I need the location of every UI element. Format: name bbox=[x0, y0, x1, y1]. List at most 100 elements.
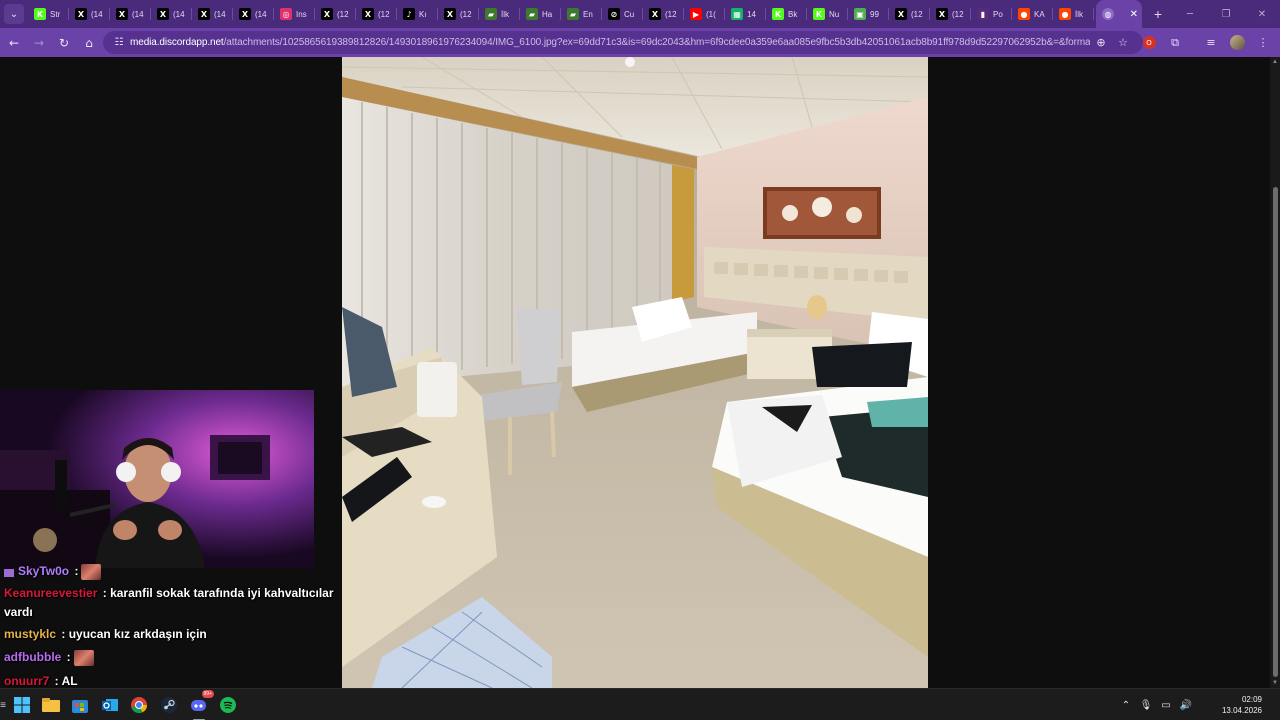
restore-icon[interactable]: ❐ bbox=[1208, 9, 1244, 20]
browser-tab[interactable]: X (14 bbox=[151, 0, 192, 28]
system-clock[interactable]: 02:09 13.04.2026 bbox=[1202, 694, 1262, 716]
tray-overflow-chevron-icon[interactable]: ⌃ bbox=[1116, 700, 1136, 711]
x-icon: X bbox=[321, 8, 333, 20]
browser-tab[interactable]: ♪ Kı bbox=[397, 0, 438, 28]
browser-tab[interactable]: ▣ 99 bbox=[848, 0, 889, 28]
hotel-room-image[interactable] bbox=[342, 57, 928, 688]
reddit-icon: ● bbox=[1059, 8, 1071, 20]
arrow-left-icon: ← bbox=[8, 35, 20, 50]
tab-search-button[interactable]: ⌄ bbox=[4, 4, 24, 24]
home-button[interactable]: ⌂ bbox=[77, 31, 101, 55]
tab-groups-icon[interactable]: ≡ bbox=[1200, 32, 1222, 54]
browser-tab[interactable]: ▶ (1( bbox=[684, 0, 725, 28]
browser-tab[interactable]: K Nu bbox=[807, 0, 848, 28]
x-icon: X bbox=[649, 8, 661, 20]
browser-tab[interactable]: ▰ En bbox=[561, 0, 602, 28]
browser-tab[interactable]: ◎ Ins bbox=[274, 0, 315, 28]
bookmark-star-icon[interactable]: ☆ bbox=[1112, 36, 1134, 49]
windows-taskbar: ≡ 99+ ⌃ 🎙 ▭ 🔊 02:09 13.04.2026 bbox=[0, 688, 1280, 720]
microphone-icon[interactable]: 🎙 bbox=[1136, 700, 1156, 711]
chat-text: AL bbox=[58, 674, 78, 688]
chat-username: adfbubble bbox=[4, 650, 62, 665]
tab-title: İlk bbox=[501, 9, 509, 19]
active-tab[interactable]: ◍ ✕ bbox=[1096, 0, 1142, 28]
chrome-icon[interactable] bbox=[128, 694, 150, 716]
browser-tab[interactable]: X (14 bbox=[110, 0, 151, 28]
browser-tab[interactable]: K Bk bbox=[766, 0, 807, 28]
discord-icon[interactable]: 99+ bbox=[188, 690, 214, 716]
x-icon: X bbox=[936, 8, 948, 20]
browser-tab[interactable]: X (14 bbox=[233, 0, 274, 28]
tab-title: (12 bbox=[337, 9, 349, 19]
x-icon: X bbox=[895, 8, 907, 20]
x-icon: X bbox=[116, 8, 128, 20]
site-info-icon[interactable]: ☷ bbox=[108, 37, 130, 48]
x-icon: X bbox=[75, 8, 87, 20]
browser-tab[interactable]: X (14 bbox=[69, 0, 110, 28]
close-window-icon[interactable]: ✕ bbox=[1244, 9, 1280, 20]
outlook-icon[interactable] bbox=[99, 694, 121, 716]
browser-tab[interactable]: X (12 bbox=[356, 0, 397, 28]
menu-kebab-icon[interactable]: ⋮ bbox=[1252, 32, 1274, 54]
extensions-puzzle-icon[interactable]: ⧉ bbox=[1164, 32, 1186, 54]
tab-title: (12 bbox=[665, 9, 677, 19]
browser-tab[interactable]: ▮ Po bbox=[971, 0, 1012, 28]
minimize-icon[interactable]: ─ bbox=[1172, 9, 1208, 20]
chat-username: Keanureevestier bbox=[4, 586, 98, 600]
store-icon[interactable] bbox=[69, 694, 91, 716]
close-tab-icon[interactable]: ✕ bbox=[1130, 9, 1138, 20]
browser-tab[interactable]: ⊘ Cu bbox=[602, 0, 643, 28]
volume-icon[interactable]: 🔊 bbox=[1176, 700, 1196, 711]
chat-message: Keanureevestier : karanfil sokak tarafın… bbox=[4, 586, 334, 600]
browser-tab[interactable]: K Str bbox=[28, 0, 69, 28]
scrollbar-thumb[interactable] bbox=[1273, 187, 1278, 677]
page-viewport: SkyTw0o : Keanureevestier : karanfil sok… bbox=[0, 57, 1270, 688]
forward-button[interactable]: → bbox=[27, 31, 51, 55]
screen: { "browser": { "tabs": [ {"label": "Str"… bbox=[0, 0, 1280, 720]
browser-tab[interactable]: ● KA bbox=[1012, 0, 1053, 28]
chat-username: onuurr7 bbox=[4, 674, 50, 688]
site-icon: ▰ bbox=[485, 8, 497, 20]
back-button[interactable]: ← bbox=[2, 31, 26, 55]
stream-chat: SkyTw0o : Keanureevestier : karanfil sok… bbox=[0, 564, 334, 688]
x-icon: X bbox=[362, 8, 374, 20]
tab-title: KA bbox=[1034, 9, 1045, 19]
extension-opera-icon[interactable]: O bbox=[1138, 32, 1160, 54]
reload-button[interactable]: ↻ bbox=[52, 31, 76, 55]
reload-icon: ↻ bbox=[58, 35, 70, 50]
profile-avatar[interactable] bbox=[1226, 32, 1248, 54]
browser-tab[interactable]: X (12 bbox=[643, 0, 684, 28]
address-bar[interactable]: ☷ media.discordapp.net/attachments/10258… bbox=[103, 31, 1143, 54]
display-icon[interactable]: ▭ bbox=[1156, 700, 1176, 711]
browser-tab[interactable]: ▰ İlk bbox=[479, 0, 520, 28]
browser-tab[interactable]: X (12 bbox=[438, 0, 479, 28]
steam-icon[interactable] bbox=[158, 694, 180, 716]
start-icon[interactable] bbox=[11, 694, 33, 716]
page-scrollbar[interactable]: ▲ ▼ bbox=[1270, 57, 1280, 688]
tab-title: En bbox=[583, 9, 593, 19]
browser-tab[interactable]: X (14 bbox=[192, 0, 233, 28]
tab-title: (12 bbox=[460, 9, 472, 19]
tab-title: (14 bbox=[132, 9, 144, 19]
spotify-icon[interactable] bbox=[217, 694, 239, 716]
webcam-scene bbox=[0, 390, 314, 568]
scroll-up-icon[interactable]: ▲ bbox=[1272, 59, 1278, 65]
kick-icon: K bbox=[813, 8, 825, 20]
browser-tab[interactable]: X (12 bbox=[930, 0, 971, 28]
x-icon: X bbox=[157, 8, 169, 20]
url-text[interactable]: media.discordapp.net/attachments/1025865… bbox=[130, 37, 1090, 48]
chat-separator: : bbox=[51, 674, 59, 688]
browser-tab[interactable]: X (12 bbox=[889, 0, 930, 28]
new-tab-button[interactable]: + bbox=[1146, 6, 1170, 22]
browser-tab[interactable]: ▦ 14 bbox=[725, 0, 766, 28]
tab-title: İlk bbox=[1075, 9, 1083, 19]
x-icon: X bbox=[239, 8, 251, 20]
browser-tab[interactable]: ▰ Ha bbox=[520, 0, 561, 28]
zoom-icon[interactable]: ⊕ bbox=[1090, 36, 1112, 49]
tab-list: K Str X (14 X (14 X (14 X (14 X (14 ◎ Ins X (12 X (12 ♪ Kı X… bbox=[28, 0, 1094, 28]
browser-tab[interactable]: X (12 bbox=[315, 0, 356, 28]
browser-tab[interactable]: ● İlk bbox=[1053, 0, 1094, 28]
scroll-down-icon[interactable]: ▼ bbox=[1272, 680, 1278, 686]
toolbar-right: O ⧉ ≡ ⋮ bbox=[1138, 31, 1274, 54]
file-explorer-icon[interactable] bbox=[40, 694, 62, 716]
